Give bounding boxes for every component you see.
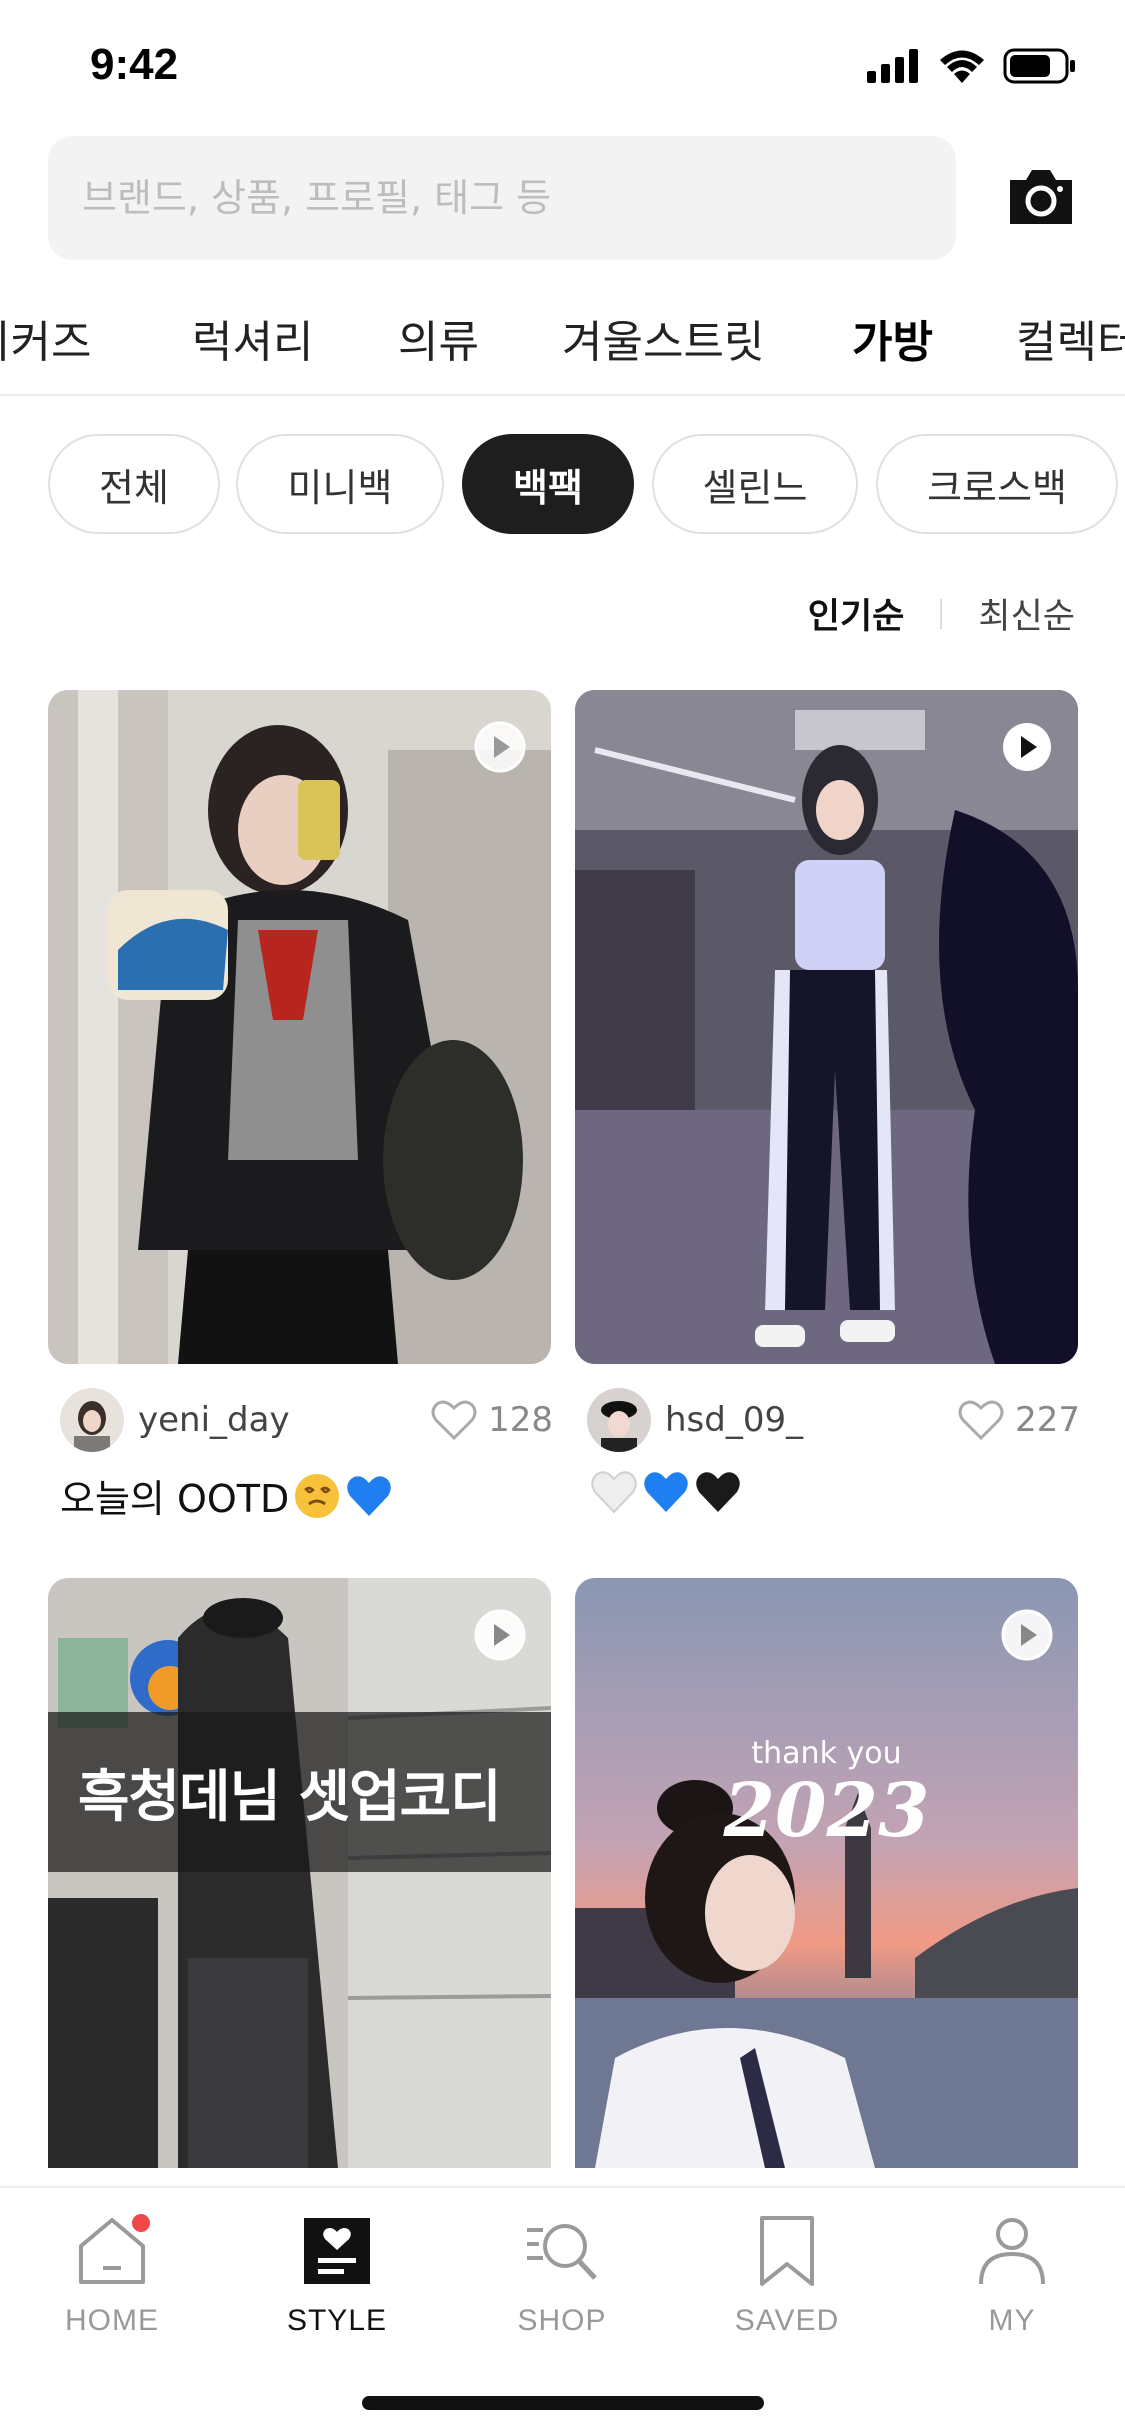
home-indicator	[362, 2396, 764, 2410]
like-count: 128	[488, 1400, 553, 1440]
black-heart-emoji	[696, 1472, 740, 1512]
nav-label: SAVED	[734, 2304, 840, 2337]
sort-popular[interactable]: 인기순	[808, 588, 905, 639]
tab-clothing[interactable]: 의류	[398, 306, 479, 370]
avatar[interactable]	[60, 1388, 124, 1452]
post-meta: hsd_09_ 227	[587, 1388, 1090, 1452]
shop-icon	[527, 2224, 597, 2280]
username[interactable]: yeni_day	[138, 1400, 430, 1440]
tab-luxury[interactable]: 럭셔리	[192, 306, 313, 370]
post-photo	[48, 690, 551, 1364]
tab-bags[interactable]: 가방	[852, 306, 933, 370]
chip-backpack[interactable]: 백팩	[462, 434, 634, 534]
like-count: 227	[1015, 1400, 1080, 1440]
chip-celine[interactable]: 셀린느	[652, 434, 858, 534]
status-time: 9:42	[90, 40, 179, 89]
post-photo	[575, 690, 1078, 1364]
sort-latest[interactable]: 최신순	[978, 588, 1075, 639]
wifi-icon	[940, 50, 984, 83]
white-heart-emoji	[591, 1471, 637, 1514]
chip-crossbag[interactable]: 크로스백	[876, 434, 1118, 534]
tab-sneakers[interactable]: 니커즈	[0, 306, 91, 370]
video-play-icon	[1001, 1609, 1053, 1661]
video-play-icon	[1003, 723, 1051, 771]
video-play-icon	[474, 721, 526, 773]
profile-icon	[979, 2218, 1045, 2285]
feed-card-image[interactable]	[48, 690, 551, 1364]
overlay-year: 2023	[723, 1768, 930, 1854]
feed-card-image[interactable]	[575, 690, 1078, 1364]
post-photo	[48, 1578, 551, 2168]
chip-all[interactable]: 전체	[48, 434, 220, 534]
nav-label: SHOP	[517, 2304, 607, 2337]
nav-my[interactable]: MY	[932, 2212, 1092, 2352]
tab-collector[interactable]: 컬렉터	[1016, 306, 1125, 370]
sort-divider	[940, 598, 943, 629]
sort-bar: 인기순 최신순	[808, 588, 1075, 639]
dizzy-face-emoji	[295, 1473, 340, 1518]
nav-home[interactable]: HOME	[32, 2212, 192, 2352]
heart-icon[interactable]	[957, 1398, 1005, 1442]
nav-shop[interactable]: SHOP	[482, 2212, 642, 2352]
status-bar: 9:42	[0, 0, 1125, 130]
overlay-banner: 흑청데님 셋업코디	[48, 1712, 551, 1872]
battery-icon	[1003, 48, 1075, 84]
feed-card-image[interactable]: thank you 2023	[575, 1578, 1078, 2168]
cellular-signal-icon	[867, 49, 918, 83]
blue-heart-emoji	[347, 1475, 392, 1516]
post-caption: 오늘의 OOTD	[60, 1468, 393, 1523]
status-icons	[867, 48, 1077, 84]
blue-heart-emoji	[644, 1472, 688, 1512]
search-input[interactable]	[82, 136, 922, 260]
post-meta: yeni_day 128	[60, 1388, 563, 1452]
nav-saved[interactable]: SAVED	[707, 2212, 867, 2352]
category-tabs: 니커즈 럭셔리 의류 겨울스트릿 가방 컬렉터	[0, 290, 1125, 396]
video-play-icon	[474, 1609, 526, 1661]
feed-card-image[interactable]: 흑청데님 셋업코디	[48, 1578, 551, 2168]
chip-mini-bag[interactable]: 미니백	[236, 434, 444, 534]
avatar[interactable]	[587, 1388, 651, 1452]
style-icon	[304, 2218, 370, 2284]
username[interactable]: hsd_09_	[665, 1400, 957, 1440]
heart-icon[interactable]	[430, 1398, 478, 1442]
post-caption	[590, 1468, 742, 1516]
notification-badge	[132, 2214, 150, 2232]
post-photo	[575, 1578, 1078, 2168]
tab-winter-street[interactable]: 겨울스트릿	[562, 306, 764, 370]
caption-text: 오늘의 OOTD	[60, 1477, 290, 1521]
nav-label: HOME	[65, 2304, 159, 2337]
search-box[interactable]	[48, 136, 956, 260]
nav-style[interactable]: STYLE	[257, 2212, 417, 2352]
overlay-subtitle: thank you	[751, 1736, 902, 1771]
overlay-title: 흑청데님 셋업코디	[78, 1764, 502, 1830]
bookmark-icon	[760, 2216, 814, 2286]
nav-label: MY	[988, 2304, 1036, 2337]
nav-label: STYLE	[286, 2304, 388, 2337]
camera-icon[interactable]	[1006, 162, 1076, 232]
